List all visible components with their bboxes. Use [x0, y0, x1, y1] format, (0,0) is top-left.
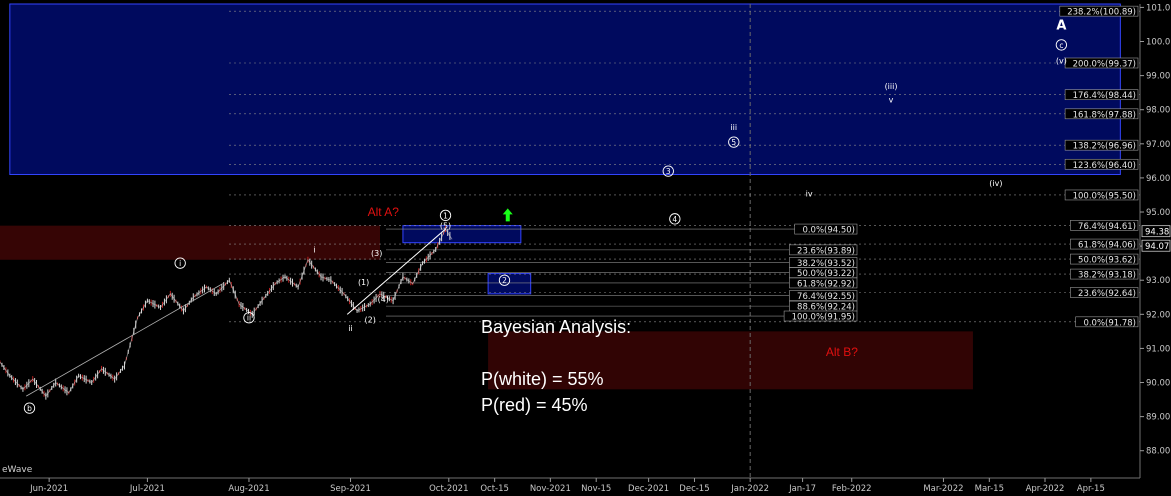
fib-right-label-3: 161.8%(97.88)	[1073, 110, 1136, 120]
fib-right-label-8: 61.8%(94.06)	[1078, 241, 1136, 251]
wave-label-22: A	[1056, 18, 1066, 33]
y-tick-label: 99.00	[1146, 72, 1170, 82]
wave-label-1: i	[179, 259, 181, 268]
x-tick-label: Dec-2021	[628, 484, 669, 494]
x-tick-label: Jan-2022	[730, 484, 769, 494]
wave-label-4: ii	[348, 324, 352, 333]
y-tick-label: 95.00	[1146, 208, 1170, 218]
y-tick-label: 88.00	[1146, 447, 1170, 457]
y-tick-label: 93.00	[1146, 276, 1170, 286]
fib-right-label-1: 200.0%(99.37)	[1073, 59, 1136, 69]
wave-label-11: 2	[502, 276, 507, 285]
fib-right-label-2: 176.4%(98.44)	[1073, 91, 1136, 101]
x-tick-label: Oct-2021	[429, 484, 468, 494]
y-tick-label: 98.00	[1146, 106, 1170, 116]
y-tick-label: 101.03	[1146, 3, 1171, 13]
x-tick-label: Mar-2022	[923, 484, 963, 494]
fib-right-label-11: 23.6%(92.64)	[1078, 289, 1136, 299]
zone-4	[487, 272, 532, 295]
y-tick-label: 100.03	[1146, 38, 1171, 48]
fib-mid-label-4: 61.8%(92.92)	[797, 279, 855, 289]
annotation-1: Alt B?	[826, 345, 858, 359]
y-tick-label: 91.00	[1146, 344, 1170, 354]
bayesian-spacer	[481, 340, 631, 366]
x-tick-label: Sep-2021	[330, 484, 371, 494]
fib-right-label-9: 50.0%(93.62)	[1078, 256, 1136, 266]
x-tick-label: Jun-2021	[29, 484, 68, 494]
wave-label-8: (4)	[378, 295, 389, 304]
fib-mid-label-1: 23.6%(93.89)	[797, 246, 855, 256]
x-tick-label: Dec-15	[679, 484, 709, 494]
last-price-label-0: 94.38	[1145, 228, 1169, 238]
probability-white: P(white) = 55%	[481, 369, 604, 389]
wave-label-20: (v)	[1056, 56, 1067, 65]
x-tick-label: Feb-2022	[832, 484, 872, 494]
last-price-label-1: 94.07	[1145, 242, 1169, 252]
fib-mid-label-5: 76.4%(92.55)	[797, 292, 855, 302]
x-tick-label: Mar-15	[975, 484, 1004, 494]
wave-label-19: (iv)	[989, 179, 1002, 188]
wave-label-9: (5)	[440, 222, 451, 231]
fib-right-label-6: 100.0%(95.50)	[1073, 191, 1136, 201]
wave-label-16: iv	[806, 189, 813, 198]
zone-2	[9, 3, 1121, 176]
fib-right-label-12: 0.0%(91.78)	[1083, 318, 1136, 328]
y-tick-label: 89.00	[1146, 413, 1170, 423]
wave-label-3: i	[313, 246, 315, 255]
y-tick-label: 92.00	[1146, 310, 1170, 320]
wave-label-14: 5	[731, 138, 736, 147]
wave-label-13: 4	[672, 215, 677, 224]
y-tick-label: 96.00	[1146, 174, 1170, 184]
price-chart: 238.2%(100.89) 200.0%(99.37) 176.4%(98.44)…	[0, 0, 1171, 496]
x-tick-label: Nov-2021	[530, 484, 571, 494]
wave-label-10: 1	[443, 211, 448, 220]
wave-label-6: (2)	[365, 315, 376, 324]
zone-0	[0, 225, 380, 260]
wave-label-18: (iii)	[885, 82, 898, 91]
y-tick-label: 97.00	[1146, 140, 1170, 150]
watermark: eWave	[2, 465, 33, 475]
wave-label-15: iii	[730, 123, 737, 132]
fib-right-label-10: 38.2%(93.18)	[1078, 271, 1136, 281]
wave-label-0: b	[27, 404, 32, 413]
fib-right-label-5: 123.6%(96.40)	[1073, 161, 1136, 171]
bayesian-title: Bayesian Analysis:	[481, 317, 632, 337]
x-tick-label: Jul-2021	[129, 484, 165, 494]
x-tick-label: Nov-15	[581, 484, 611, 494]
wave-label-21: c	[1059, 41, 1063, 50]
bayesian-analysis-panel: Bayesian Analysis: P(white) = 55% P(red)…	[481, 314, 631, 418]
wave-label-5: (1)	[358, 278, 369, 287]
x-tick-label: Apr-2022	[1026, 484, 1065, 494]
zone-3	[402, 225, 522, 244]
fib-right-label-7: 76.4%(94.61)	[1078, 222, 1136, 232]
annotation-0: Alt A?	[368, 205, 400, 219]
fib-right-label-0: 238.2%(100.89)	[1067, 8, 1136, 18]
x-tick-label: Oct-15	[480, 484, 509, 494]
wave-label-7: (3)	[371, 249, 382, 258]
fib-right-label-4: 138.2%(96.96)	[1073, 142, 1136, 152]
y-tick-label: 90.00	[1146, 379, 1170, 389]
x-tick-label: Jan-17	[788, 484, 816, 494]
fib-mid-label-0: 0.0%(94.50)	[802, 226, 855, 236]
fib-mid-label-7: 100.0%(91.95)	[792, 313, 855, 323]
wave-label-2: ii	[247, 314, 251, 323]
probability-red: P(red) = 45%	[481, 395, 588, 415]
wave-label-12: 3	[666, 167, 671, 176]
x-tick-label: Aug-2021	[228, 484, 269, 494]
wave-label-17: v	[889, 95, 894, 104]
x-tick-label: Apr-15	[1077, 484, 1105, 494]
